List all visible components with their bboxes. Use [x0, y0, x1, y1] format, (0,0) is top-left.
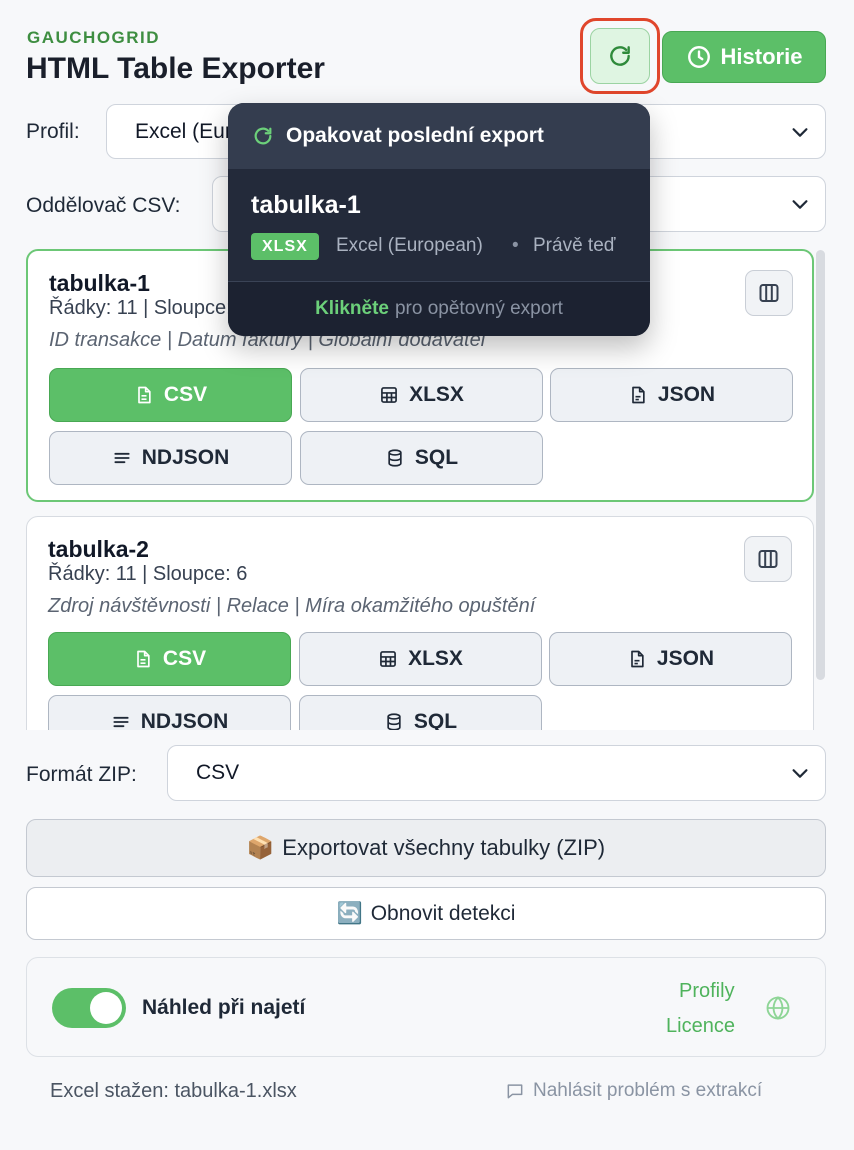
table-meta: Řádky: 11 | Sloupce: 6	[49, 297, 249, 319]
table-meta: Řádky: 11 | Sloupce: 6	[48, 563, 248, 585]
file-text-icon	[137, 650, 150, 668]
table-card: tabulka-2 Řádky: 11 | Sloupce: 6 Zdroj n…	[26, 516, 814, 730]
format-badge: XLSX	[251, 233, 319, 260]
export-xlsx-button[interactable]: XLSX	[300, 368, 543, 422]
csv-separator-label: Oddělovač CSV:	[26, 194, 181, 217]
columns-icon	[759, 284, 779, 302]
columns-icon	[758, 550, 778, 568]
page-title: HTML Table Exporter	[26, 52, 325, 85]
export-sql-button[interactable]: SQL	[299, 695, 542, 730]
lines-icon	[114, 452, 130, 464]
tooltip-table-name: tabulka-1	[251, 191, 361, 219]
hover-preview-toggle[interactable]	[52, 988, 126, 1028]
column-picker-button[interactable]	[744, 536, 792, 582]
refresh-detection-label: Obnovit detekci	[370, 901, 516, 925]
file-icon	[632, 386, 645, 404]
zip-format-value: CSV	[196, 761, 240, 784]
export-json-button[interactable]: JSON	[549, 632, 792, 686]
globe-icon[interactable]	[764, 994, 792, 1022]
export-xlsx-button[interactable]: XLSX	[299, 632, 542, 686]
repeat-export-tooltip: Opakovat poslední export tabulka-1 XLSX …	[228, 103, 650, 336]
file-icon	[631, 650, 644, 668]
database-icon	[388, 449, 402, 467]
brand-label: GAUCHOGRID	[27, 28, 161, 47]
clock-icon	[687, 46, 710, 68]
tooltip-profile: Excel (European)	[336, 235, 483, 256]
message-icon	[507, 1084, 523, 1099]
format-label: CSV	[163, 383, 208, 406]
export-all-zip-button[interactable]: 📦 Exportovat všechny tabulky (ZIP)	[26, 819, 826, 877]
format-label: SQL	[413, 710, 458, 730]
column-picker-button[interactable]	[745, 270, 793, 316]
repeat-last-export-button[interactable]	[590, 28, 650, 84]
tooltip-hint-bold: Klikněte	[315, 298, 389, 319]
zip-format-label: Formát ZIP:	[26, 763, 137, 786]
refresh-arrows-icon: 🔄	[336, 901, 363, 925]
export-sql-button[interactable]: SQL	[300, 431, 543, 485]
format-label: XLSX	[408, 647, 463, 670]
chevron-down-icon	[792, 127, 808, 137]
separator-dot: •	[512, 235, 519, 256]
export-json-button[interactable]: JSON	[550, 368, 793, 422]
report-problem-link[interactable]: Nahlásit problém s extrakcí	[505, 1080, 762, 1102]
package-icon: 📦	[246, 835, 275, 860]
database-icon	[387, 713, 401, 730]
lines-icon	[113, 716, 129, 728]
list-scrollbar[interactable]	[816, 250, 825, 680]
table-name: tabulka-2	[48, 536, 149, 562]
refresh-icon	[610, 46, 630, 66]
history-label: Historie	[720, 44, 803, 69]
export-csv-button[interactable]: CSV	[48, 632, 291, 686]
toggle-knob	[90, 992, 122, 1024]
format-label: XLSX	[409, 383, 464, 406]
report-problem-label: Nahlásit problém s extrakcí	[533, 1080, 763, 1101]
tooltip-header: Opakovat poslední export	[228, 103, 650, 169]
export-ndjson-button[interactable]: NDJSON	[49, 431, 292, 485]
refresh-icon	[254, 127, 272, 145]
settings-panel: Náhled při najetí Profily Licence	[26, 957, 826, 1057]
export-all-label: Exportovat všechny tabulky (ZIP)	[282, 835, 606, 860]
chevron-down-icon	[792, 769, 808, 778]
format-label: SQL	[414, 446, 459, 469]
format-label: NDJSON	[141, 446, 230, 469]
table-columns: Zdroj návštěvnosti | Relace | Míra okamž…	[48, 595, 536, 617]
hover-preview-label: Náhled při najetí	[142, 996, 306, 1019]
tooltip-hint: Klikněte pro opětovný export	[228, 281, 650, 336]
format-label: CSV	[162, 647, 207, 670]
profile-label: Profil:	[26, 120, 80, 143]
format-label: NDJSON	[140, 710, 229, 730]
export-status: Excel stažen: tabulka-1.xlsx	[50, 1080, 297, 1102]
table-grid-icon	[380, 651, 396, 667]
license-link[interactable]: Licence	[666, 1015, 735, 1038]
chevron-down-icon	[792, 200, 808, 209]
format-label: JSON	[656, 647, 715, 670]
zip-format-select[interactable]: CSV	[167, 745, 826, 801]
tooltip-time: Právě teď	[533, 235, 616, 256]
file-text-icon	[138, 386, 151, 404]
table-name: tabulka-1	[49, 270, 150, 296]
refresh-detection-button[interactable]: 🔄 Obnovit detekci	[26, 887, 826, 940]
export-ndjson-button[interactable]: NDJSON	[48, 695, 291, 730]
history-button[interactable]: Historie	[662, 31, 826, 83]
format-label: JSON	[657, 383, 716, 406]
tooltip-title: Opakovat poslední export	[286, 124, 544, 147]
profiles-link[interactable]: Profily	[679, 980, 735, 1003]
table-grid-icon	[381, 387, 397, 403]
export-csv-button[interactable]: CSV	[49, 368, 292, 422]
tooltip-hint-rest: pro opětovný export	[394, 298, 563, 319]
